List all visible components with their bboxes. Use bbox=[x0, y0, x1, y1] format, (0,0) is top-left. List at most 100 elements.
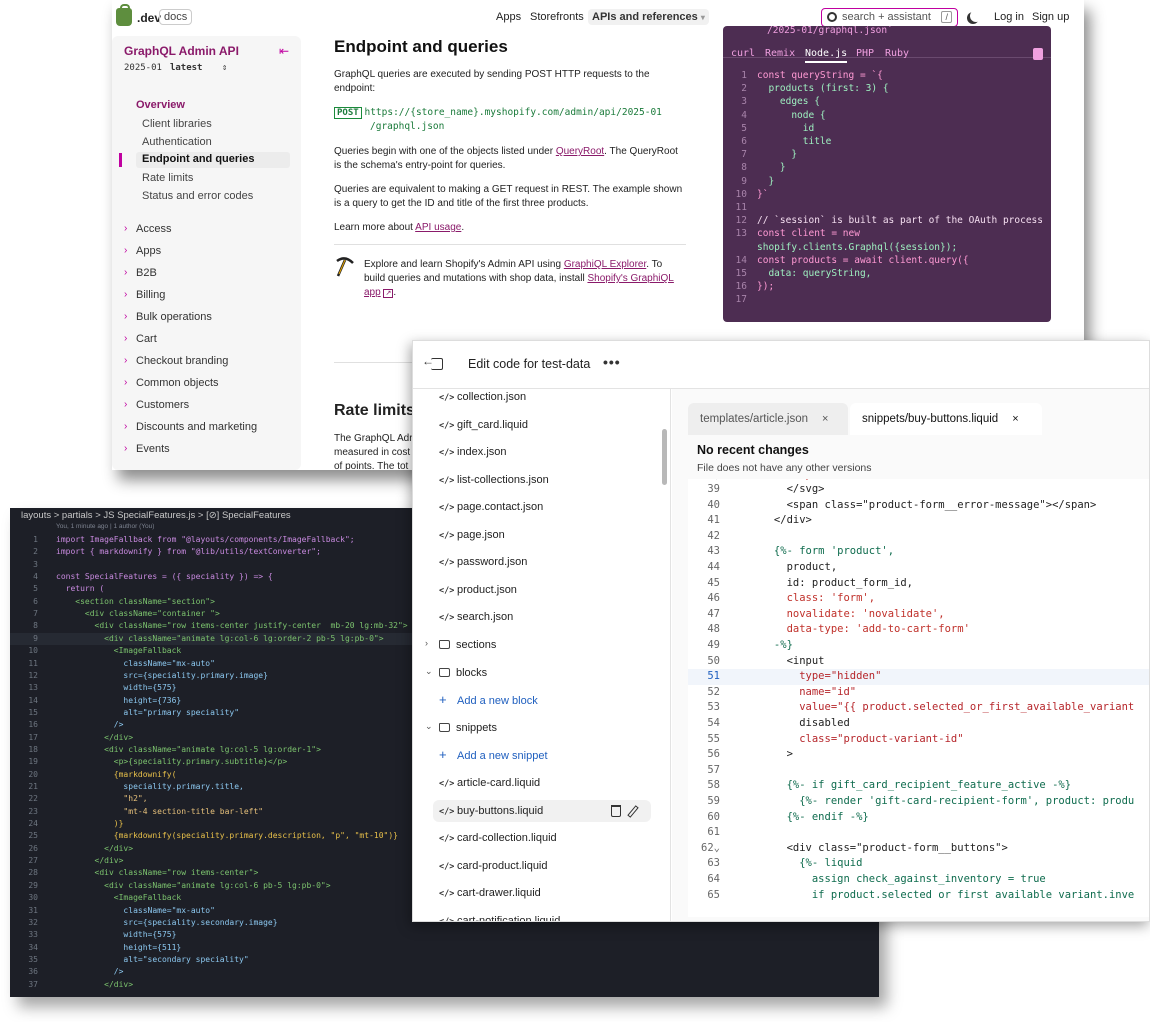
file-item[interactable]: </> cart-notification.liquid bbox=[439, 910, 560, 922]
tab-templates-article[interactable]: templates/article.json × bbox=[688, 403, 848, 435]
copy-clipboard-icon[interactable] bbox=[1033, 48, 1043, 60]
more-actions-icon[interactable]: ••• bbox=[603, 354, 621, 370]
code-line[interactable]: 60 {%- endif -%} bbox=[688, 810, 1149, 826]
tab-php[interactable]: PHP bbox=[856, 48, 874, 59]
login-link[interactable]: Log in bbox=[994, 11, 1024, 23]
sidebar-item-rate-limits[interactable]: Rate limits bbox=[142, 172, 193, 184]
breadcrumb[interactable]: layouts > partials > JS SpecialFeatures.… bbox=[21, 510, 291, 521]
file-item[interactable]: </> cart-drawer.liquid bbox=[439, 882, 541, 904]
sidebar-section-b2b[interactable]: B2B bbox=[136, 267, 157, 279]
signup-link[interactable]: Sign up bbox=[1032, 11, 1069, 23]
sidebar-item-authentication[interactable]: Authentication bbox=[142, 136, 212, 148]
code-line[interactable]: 63 {%- liquid bbox=[688, 856, 1149, 872]
code-line[interactable]: 55 class="product-variant-id" bbox=[688, 732, 1149, 748]
version-select[interactable]: 2025-01 latest ⇕ bbox=[124, 63, 227, 73]
sidebar-section-access[interactable]: Access bbox=[136, 223, 171, 235]
graphiql-explorer-link[interactable]: GraphiQL Explorer bbox=[564, 259, 646, 270]
file-item[interactable]: </> page.json bbox=[439, 524, 505, 546]
file-item[interactable]: </> page.contact.json bbox=[439, 496, 543, 518]
add-block-button[interactable]: + Add a new block bbox=[439, 689, 538, 711]
code-line[interactable]: 36 /> bbox=[10, 966, 879, 978]
code-line[interactable]: 42 bbox=[688, 529, 1149, 545]
code-line[interactable]: 57 bbox=[688, 763, 1149, 779]
code-line[interactable]: 64 assign check_against_inventory = true bbox=[688, 872, 1149, 888]
chevron-right-icon[interactable]: › bbox=[425, 638, 428, 648]
brand-name[interactable]: .dev bbox=[137, 11, 161, 25]
sidebar-section-checkout-branding[interactable]: Checkout branding bbox=[136, 355, 228, 367]
queryroot-link[interactable]: QueryRoot bbox=[556, 146, 604, 157]
add-snippet-button[interactable]: + Add a new snippet bbox=[439, 744, 548, 766]
sidebar-section-common-objects[interactable]: Common objects bbox=[136, 377, 219, 389]
file-item[interactable]: </> product.json bbox=[439, 579, 517, 601]
file-item[interactable]: </> card-collection.liquid bbox=[439, 827, 557, 849]
code-line[interactable]: 44 product, bbox=[688, 560, 1149, 576]
file-tree-scrollbar[interactable] bbox=[662, 429, 667, 485]
code-line[interactable]: 53 value="{{ product.selected_or_first_a… bbox=[688, 700, 1149, 716]
sidebar-section-discounts[interactable]: Discounts and marketing bbox=[136, 421, 257, 433]
code-line[interactable]: 54 disabled bbox=[688, 716, 1149, 732]
code-line[interactable]: 56 > bbox=[688, 747, 1149, 763]
tab-remix[interactable]: Remix bbox=[765, 48, 795, 59]
docs-badge[interactable]: docs bbox=[159, 9, 193, 25]
chevron-down-icon[interactable]: ⌄ bbox=[425, 666, 433, 677]
folder-blocks[interactable]: blocks bbox=[439, 662, 487, 684]
file-item[interactable]: </> article-card.liquid bbox=[439, 772, 540, 794]
trash-icon[interactable] bbox=[611, 804, 621, 817]
nav-apps[interactable]: Apps bbox=[496, 11, 521, 23]
file-item[interactable]: </> search.json bbox=[439, 606, 513, 628]
code-line[interactable]: 40 <span class="product-form__error-mess… bbox=[688, 498, 1149, 514]
chevron-down-icon[interactable]: ⌄ bbox=[425, 721, 433, 732]
tab-curl[interactable]: curl bbox=[731, 48, 755, 59]
sidebar-item-status-codes[interactable]: Status and error codes bbox=[142, 190, 253, 202]
sidebar-section-customers[interactable]: Customers bbox=[136, 399, 189, 411]
code-line[interactable]: 35 alt="secondary speciality" bbox=[10, 954, 879, 966]
code-editor[interactable]: 38⌄ <path d="M5.07 13 3.1 83 ... 39 </sv… bbox=[688, 479, 1149, 917]
file-item-selected[interactable]: </> buy-buttons.liquid bbox=[433, 799, 651, 822]
code-line[interactable]: 49 -%} bbox=[688, 638, 1149, 654]
sidebar-section-apps[interactable]: Apps bbox=[136, 245, 161, 257]
tab-nodejs[interactable]: Node.js bbox=[805, 48, 848, 63]
code-line[interactable]: 39 </svg> bbox=[688, 482, 1149, 498]
folder-sections[interactable]: sections bbox=[439, 634, 496, 656]
code-line[interactable]: 33 width={575} bbox=[10, 929, 879, 941]
code-line[interactable]: 59 {%- render 'gift-card-recipient-form'… bbox=[688, 794, 1149, 810]
pencil-icon[interactable] bbox=[627, 804, 639, 818]
file-item[interactable]: </> index.json bbox=[439, 441, 507, 463]
code-line[interactable]: 65 if product.selected or first availabl… bbox=[688, 888, 1149, 904]
shopify-logo-icon[interactable] bbox=[116, 4, 132, 26]
sidebar-item-client-libraries[interactable]: Client libraries bbox=[142, 118, 212, 130]
file-item[interactable]: </> list-collections.json bbox=[439, 469, 549, 491]
file-item[interactable]: </> password.json bbox=[439, 551, 527, 573]
code-line[interactable]: 58 {%- if gift_card_recipient_feature_ac… bbox=[688, 778, 1149, 794]
code-line[interactable]: 52 name="id" bbox=[688, 685, 1149, 701]
code-line[interactable]: 34 height={511} bbox=[10, 942, 879, 954]
sidebar-section-cart[interactable]: Cart bbox=[136, 333, 157, 345]
close-icon[interactable]: × bbox=[1012, 413, 1018, 425]
code-line[interactable]: 46 class: 'form', bbox=[688, 591, 1149, 607]
collapse-sidebar-icon[interactable]: ⇤ bbox=[279, 44, 289, 58]
code-line[interactable]: 37 </div> bbox=[10, 979, 879, 991]
code-line[interactable]: 51 type="hidden" bbox=[688, 669, 1149, 685]
code-line[interactable]: 43 {%- form 'product', bbox=[688, 544, 1149, 560]
file-item[interactable]: </> card-product.liquid bbox=[439, 855, 548, 877]
search-input[interactable]: search + assistant / bbox=[821, 8, 958, 27]
folder-snippets[interactable]: snippets bbox=[439, 717, 497, 739]
code-line[interactable]: 45 id: product_form_id, bbox=[688, 576, 1149, 592]
nav-apis-and-references[interactable]: APIs and references ▾ bbox=[588, 9, 709, 25]
exit-icon[interactable] bbox=[422, 354, 443, 370]
code-line[interactable]: 47 novalidate: 'novalidate', bbox=[688, 607, 1149, 623]
sidebar-section-bulk-operations[interactable]: Bulk operations bbox=[136, 311, 212, 323]
close-icon[interactable]: × bbox=[822, 413, 828, 425]
code-line[interactable]: 48 data-type: 'add-to-cart-form' bbox=[688, 622, 1149, 638]
nav-storefronts[interactable]: Storefronts bbox=[530, 11, 584, 23]
api-usage-link[interactable]: API usage bbox=[415, 222, 461, 233]
code-line[interactable]: 61 bbox=[688, 825, 1149, 841]
code-line[interactable]: 62⌄ <div class="product-form__buttons"> bbox=[688, 841, 1149, 857]
code-line[interactable]: 41 </div> bbox=[688, 513, 1149, 529]
tab-ruby[interactable]: Ruby bbox=[885, 48, 909, 59]
sidebar-item-overview[interactable]: Overview bbox=[136, 99, 185, 111]
file-item[interactable]: </> gift_card.liquid bbox=[439, 414, 528, 436]
sidebar-section-events[interactable]: Events bbox=[136, 443, 170, 455]
file-item[interactable]: </> collection.json bbox=[439, 386, 526, 408]
sidebar-section-billing[interactable]: Billing bbox=[136, 289, 165, 301]
